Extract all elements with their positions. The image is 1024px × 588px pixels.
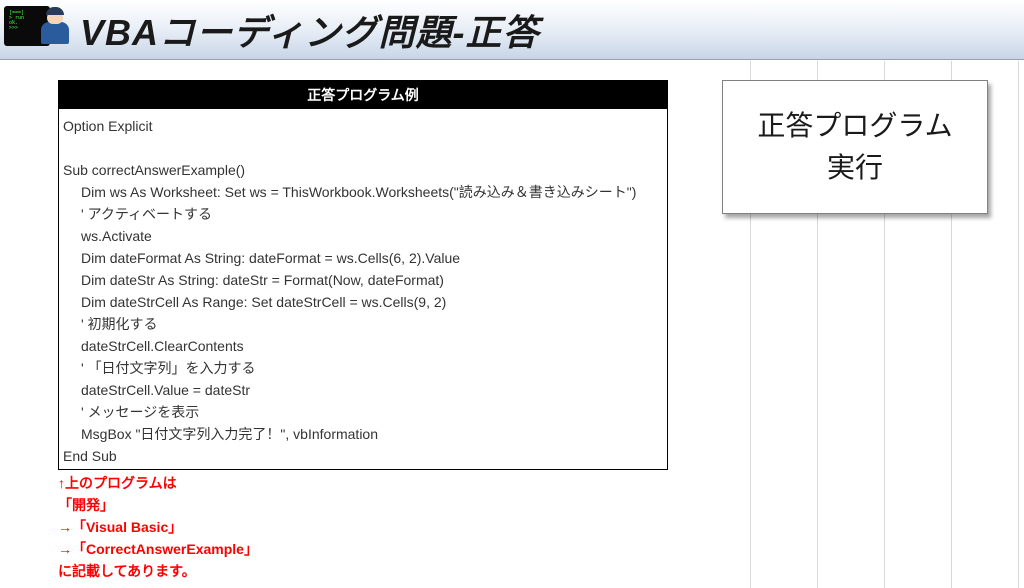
content-area: 正答プログラム例 Option Explicit Sub correctAnsw…: [0, 60, 1024, 582]
code-line: [63, 137, 663, 159]
code-box: 正答プログラム例 Option Explicit Sub correctAnsw…: [58, 80, 668, 470]
code-line: End Sub: [63, 445, 663, 467]
page-title: VBAコーディング問題-正答: [80, 4, 539, 56]
code-line: ws.Activate: [63, 225, 663, 247]
coder-icon: [===]>_runok.>>>: [4, 4, 76, 56]
note-line: に記載してあります。: [58, 560, 1024, 582]
run-button-line2: 実行: [827, 147, 883, 189]
code-box-body: Option Explicit Sub correctAnswerExample…: [59, 109, 667, 469]
code-line: MsgBox "日付文字列入力完了！", vbInformation: [63, 423, 663, 445]
note-block: ↑上のプログラムは「開発」→「Visual Basic」→「CorrectAns…: [58, 472, 1024, 582]
run-button-line1: 正答プログラム: [757, 105, 952, 147]
run-answer-button[interactable]: 正答プログラム 実行: [722, 80, 988, 214]
code-line: Dim dateFormat As String: dateFormat = w…: [63, 247, 663, 269]
code-line: ' 初期化する: [63, 313, 663, 335]
note-line: 「開発」: [58, 494, 1024, 516]
person-icon: [38, 10, 72, 54]
code-line: dateStrCell.ClearContents: [63, 335, 663, 357]
note-line: ↑上のプログラムは: [58, 472, 1024, 494]
code-line: dateStrCell.Value = dateStr: [63, 379, 663, 401]
code-line: Dim dateStrCell As Range: Set dateStrCel…: [63, 291, 663, 313]
code-line: ' 「日付文字列」を入力する: [63, 357, 663, 379]
note-line: →「CorrectAnswerExample」: [58, 538, 1024, 560]
code-line: ' アクティベートする: [63, 203, 663, 225]
code-line: Dim ws As Worksheet: Set ws = ThisWorkbo…: [63, 181, 663, 203]
code-line: Option Explicit: [63, 115, 663, 137]
page-header: [===]>_runok.>>> VBAコーディング問題-正答: [0, 0, 1024, 60]
code-line: Sub correctAnswerExample(): [63, 159, 663, 181]
code-line: Dim dateStr As String: dateStr = Format(…: [63, 269, 663, 291]
code-box-header: 正答プログラム例: [59, 81, 667, 109]
note-line: →「Visual Basic」: [58, 516, 1024, 538]
code-line: ' メッセージを表示: [63, 401, 663, 423]
